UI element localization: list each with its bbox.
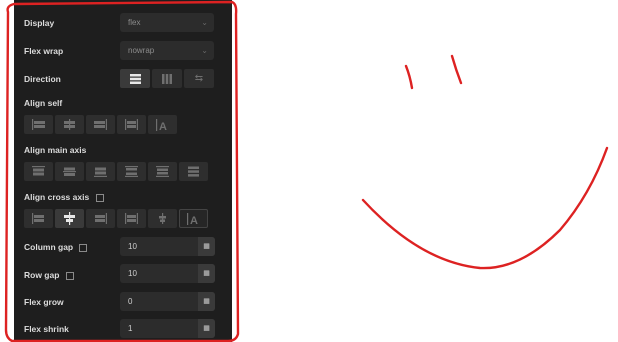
row-gap-value: 10 [128,269,137,278]
align-main-label: Align main axis [24,145,87,155]
direction-reverse-button[interactable]: ⇆ [184,69,214,88]
smiley-mouth [361,146,609,270]
align-self-stretch-button[interactable] [117,115,146,134]
flex-grow-input[interactable]: 0 ▦ [120,292,215,311]
flex-shrink-value: 1 [128,324,133,333]
column-gap-label: Column gap [24,241,88,253]
align-cross-buttons: A [24,209,208,228]
reset-icon[interactable] [95,193,104,202]
smiley-right-eye [450,54,463,85]
align-self-baseline-button[interactable]: A [148,115,177,134]
justify-between-icon [125,166,138,177]
link-icon[interactable] [65,271,74,280]
row-gap-label: Row gap [24,269,74,281]
align-start-icon [32,119,45,130]
unit-select-icon[interactable]: ▦ [198,264,215,283]
align-main-buttons [24,162,208,181]
align-stretch-icon [125,213,138,224]
display-value: flex [128,18,141,27]
flex-grow-value: 0 [128,297,133,306]
align-items-end-button[interactable] [86,209,115,228]
unit-select-icon[interactable]: ▦ [198,319,215,338]
direction-row-button[interactable] [152,69,182,88]
justify-start-button[interactable] [24,162,53,181]
justify-start-icon [32,166,45,176]
align-self-buttons: A [24,115,177,134]
justify-center-button[interactable] [55,162,84,181]
columns-icon [162,73,172,84]
align-cross-label: Align cross axis [24,191,104,203]
direction-label: Direction [24,74,61,84]
justify-end-button[interactable] [86,162,115,181]
direction-column-button[interactable] [120,69,150,88]
flex-wrap-value: nowrap [128,46,155,55]
unit-select-icon[interactable]: ▦ [198,292,215,311]
reverse-arrows-icon: ⇆ [194,73,204,84]
align-self-label: Align self [24,98,63,108]
justify-center-icon [63,167,76,176]
baseline-icon: A [187,212,198,225]
chevron-down-icon: ⌄ [201,18,208,27]
row-gap-text: Row gap [24,270,60,280]
align-items-baseline-button[interactable] [148,209,177,228]
align-stretch-icon [125,119,138,130]
rows-icon [129,73,141,84]
justify-between-button[interactable] [117,162,146,181]
align-self-end-button[interactable] [86,115,115,134]
unit-select-icon[interactable]: ▦ [198,237,215,256]
baseline-icon: A [156,118,167,131]
chevron-down-icon: ⌄ [201,46,208,55]
align-self-start-button[interactable] [24,115,53,134]
justify-around-icon [156,166,169,177]
align-items-text-baseline-button[interactable]: A [179,209,208,228]
flex-wrap-label: Flex wrap [24,46,64,56]
link-icon[interactable] [79,243,88,252]
svg-text:A: A [159,121,167,131]
align-center-icon [64,212,75,225]
smiley-left-eye [404,64,414,90]
align-cross-text: Align cross axis [24,192,90,202]
flex-shrink-label: Flex shrink [24,324,69,334]
svg-text:A: A [190,215,198,225]
flex-grow-label: Flex grow [24,297,64,307]
column-gap-input[interactable]: 10 ▦ [120,237,215,256]
display-select[interactable]: flex ⌄ [120,13,214,32]
flex-wrap-select[interactable]: nowrap ⌄ [120,41,214,60]
justify-evenly-button[interactable] [179,162,208,181]
align-start-icon [32,213,44,224]
justify-end-icon [94,167,107,177]
align-items-center-button[interactable] [55,209,84,228]
align-items-start-button[interactable] [24,209,53,228]
align-center-icon [64,119,75,130]
align-self-center-button[interactable] [55,115,84,134]
display-label: Display [24,18,55,28]
align-end-icon [94,119,107,130]
column-gap-text: Column gap [24,242,74,252]
justify-evenly-icon [188,166,199,177]
row-gap-input[interactable]: 10 ▦ [120,264,215,283]
align-baseline-icon [159,213,166,224]
justify-around-button[interactable] [148,162,177,181]
layout-panel: Display flex ⌄ Flex wrap nowrap ⌄ Direct… [14,0,232,342]
align-end-icon [95,213,107,224]
direction-buttons: ⇆ [120,69,214,88]
align-items-stretch-button[interactable] [117,209,146,228]
column-gap-value: 10 [128,242,137,251]
flex-shrink-input[interactable]: 1 ▦ [120,319,215,338]
